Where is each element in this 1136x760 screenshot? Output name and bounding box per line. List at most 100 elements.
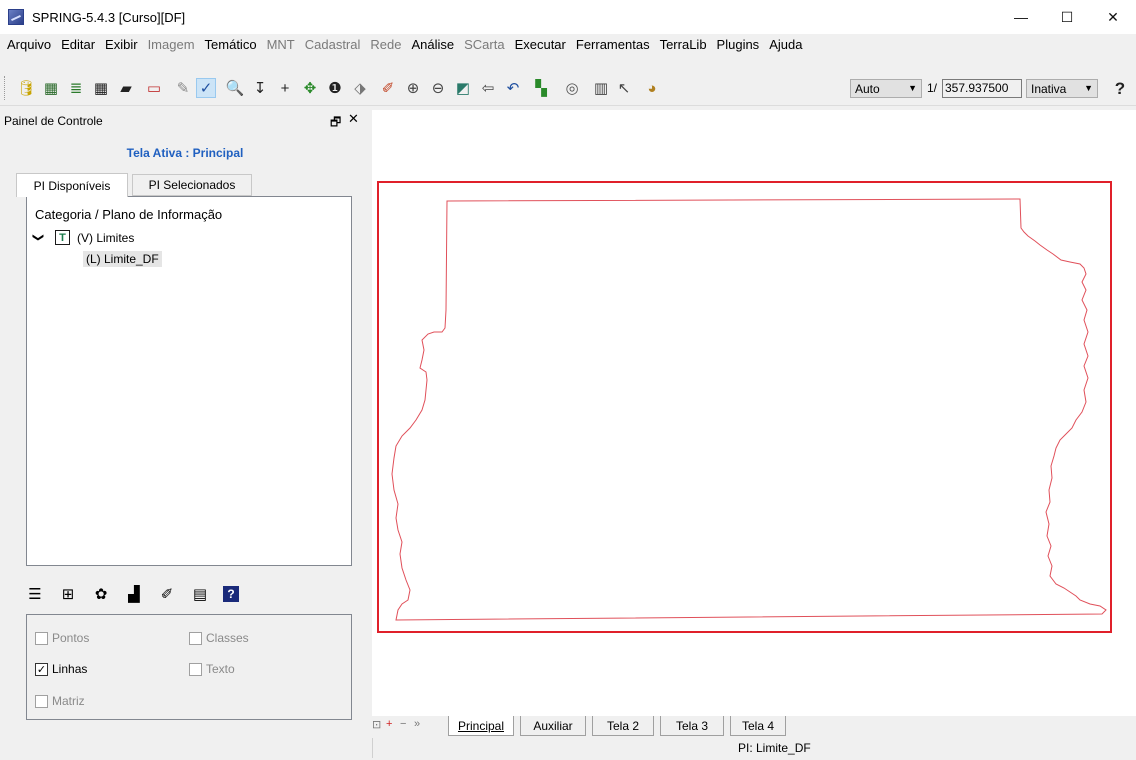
layer-tree: Categoria / Plano de Informação ❯ T (V) … [26, 196, 352, 566]
zoom-out-icon[interactable]: ⊖ [428, 78, 448, 98]
menu-item-8[interactable]: Análise [406, 34, 459, 56]
panel-title: Painel de Controle [4, 114, 103, 128]
points-label: Pontos [52, 631, 90, 645]
matrix-label: Matriz [52, 694, 85, 708]
menu-item-13[interactable]: Plugins [712, 34, 765, 56]
tree-plan-item[interactable]: (L) Limite_DF [83, 251, 162, 267]
app-icon [8, 9, 24, 25]
status-separator [372, 738, 373, 758]
database-icon[interactable]: 🛢 [16, 78, 36, 98]
add-screen-icon[interactable]: + [386, 718, 392, 730]
tree-column-header: Categoria / Plano de Informação [35, 207, 223, 222]
scale-mode-value: Auto [855, 81, 880, 96]
points-checkbox[interactable]: Pontos [35, 631, 89, 645]
layers-icon[interactable]: ≣ [66, 78, 86, 98]
map-drawing[interactable] [372, 110, 1136, 716]
control-panel: Painel de Controle 🗗 ✕ Tela Ativa : Prin… [0, 110, 370, 760]
screen-tab-0[interactable]: Principal [448, 716, 514, 736]
cursor-tool-icon[interactable]: ✎ [173, 78, 193, 98]
menu-item-6[interactable]: Cadastral [300, 34, 366, 56]
float-panel-icon[interactable]: 🗗 [330, 113, 341, 134]
edit-pencil-icon[interactable]: ✐ [378, 78, 398, 98]
check-icon: ✓ [35, 662, 48, 676]
panel-header: Painel de Controle [0, 110, 370, 132]
menu-item-0[interactable]: Arquivo [2, 34, 56, 56]
move-icon[interactable]: ✥ [300, 78, 320, 98]
scale-mode-select[interactable]: Auto ▼ [850, 79, 922, 98]
screen-tab-3[interactable]: Tela 3 [660, 716, 724, 736]
screen-tabs-bar: ⊡ + −» Principal Auxiliar Tela 2 Tela 3 Tela 4 [372, 716, 1136, 736]
checkbox-box [189, 662, 202, 676]
polygon-icon[interactable]: ▰ [116, 78, 136, 98]
pan-down-icon[interactable]: ↧ [250, 78, 270, 98]
style-icon[interactable]: ✿ [91, 584, 111, 604]
scale-input[interactable]: 357.937500 [942, 79, 1022, 98]
menu-item-3[interactable]: Imagem [143, 34, 200, 56]
scale-prefix: 1/ [927, 81, 938, 95]
back-arrow-icon[interactable]: ⇦ [478, 78, 498, 98]
checkbox-box [189, 631, 202, 645]
palette-icon[interactable]: ◕ [642, 78, 662, 98]
window-title: SPRING-5.4.3 [Curso][DF] [32, 9, 186, 25]
more-icon[interactable]: » [414, 718, 420, 730]
list-icon[interactable]: ☰ [25, 584, 45, 604]
zoom-in-icon[interactable]: ⊕ [403, 78, 423, 98]
tab-pi-available[interactable]: PI Disponíveis [16, 173, 128, 197]
chevron-down-icon: ▼ [1084, 83, 1093, 93]
info-icon[interactable]: ❶ [325, 78, 345, 98]
minimize-button[interactable]: — [998, 0, 1044, 34]
tree-category-item[interactable]: (V) Limites [77, 231, 134, 245]
undo-icon[interactable]: ↶ [503, 78, 523, 98]
project-icon[interactable]: ▦ [41, 78, 61, 98]
panel-close-icon[interactable]: ✕ [348, 111, 359, 127]
help-icon[interactable]: ? [223, 586, 239, 602]
menu-item-5[interactable]: MNT [262, 34, 300, 56]
tag-icon[interactable]: ⬗ [350, 78, 370, 98]
text-checkbox[interactable]: Texto [189, 662, 235, 676]
chevron-down-icon[interactable]: ❯ [32, 233, 45, 242]
status-select[interactable]: Inativa ▼ [1026, 79, 1098, 98]
properties-icon[interactable]: ▤ [190, 584, 210, 604]
lines-label: Linhas [52, 662, 88, 676]
menu-item-14[interactable]: Ajuda [764, 34, 807, 56]
pointer-plus-icon[interactable]: ↖ [614, 78, 634, 98]
table-zoom-icon[interactable]: ⊞ [58, 584, 78, 604]
window-icon[interactable]: ⊡ [372, 718, 381, 731]
screen-tab-4[interactable]: Tela 4 [730, 716, 786, 736]
maximize-button[interactable]: ☐ [1044, 0, 1090, 34]
menu-item-1[interactable]: Editar [56, 34, 100, 56]
toolbar-grip[interactable] [4, 76, 7, 100]
window-icon[interactable]: ▭ [144, 78, 164, 98]
tab-pi-selected[interactable]: PI Selecionados [132, 174, 252, 196]
screen-tab-1[interactable]: Auxiliar [520, 716, 586, 736]
close-button[interactable]: ✕ [1090, 0, 1136, 34]
remove-screen-icon[interactable]: − [400, 718, 406, 730]
zoom-area-icon[interactable]: ◩ [453, 78, 473, 98]
menu-item-7[interactable]: Rede [365, 34, 406, 56]
menu-item-9[interactable]: SCarta [459, 34, 509, 56]
menu-item-11[interactable]: Ferramentas [571, 34, 655, 56]
status-bar: PI: Limite_DF [0, 736, 1136, 760]
menu-item-12[interactable]: TerraLib [655, 34, 712, 56]
checkbox-box [35, 631, 48, 645]
menu-item-2[interactable]: Exibir [100, 34, 143, 56]
lines-checkbox[interactable]: ✓ Linhas [35, 662, 87, 676]
screen-tab-2[interactable]: Tela 2 [592, 716, 654, 736]
color-table-icon[interactable]: ▚ [531, 78, 551, 98]
map-canvas[interactable] [372, 110, 1136, 716]
zoom-options-icon[interactable]: ◎ [562, 78, 582, 98]
grid-icon[interactable]: ▦ [91, 78, 111, 98]
legend-icon[interactable]: ▥ [591, 78, 611, 98]
menu-item-10[interactable]: Executar [510, 34, 571, 56]
visual-edit-icon[interactable]: ✐ [157, 584, 177, 604]
chart-icon[interactable]: ▟ [124, 584, 144, 604]
matrix-checkbox[interactable]: Matriz [35, 694, 85, 708]
draw-mode-icon[interactable]: ✓ [196, 78, 216, 98]
zoom-search-icon[interactable]: 🔍 [225, 78, 245, 98]
thematic-category-icon: T [55, 230, 70, 245]
menu-item-4[interactable]: Temático [200, 34, 262, 56]
help-icon[interactable]: ? [1110, 78, 1130, 98]
crosshair-icon[interactable]: + [275, 78, 295, 98]
classes-checkbox[interactable]: Classes [189, 631, 249, 645]
toolbar: 🛢 ▦ ≣ ▦ ▰ ▭ ✎ ✓ 🔍 ↧ + ✥ ❶ ⬗ ✐ ⊕ ⊖ ◩ ⇦ ↶ ▚ ◎ ▥ ↖ ◕ Auto ▼ 1/ 357.… [0, 56, 1136, 106]
